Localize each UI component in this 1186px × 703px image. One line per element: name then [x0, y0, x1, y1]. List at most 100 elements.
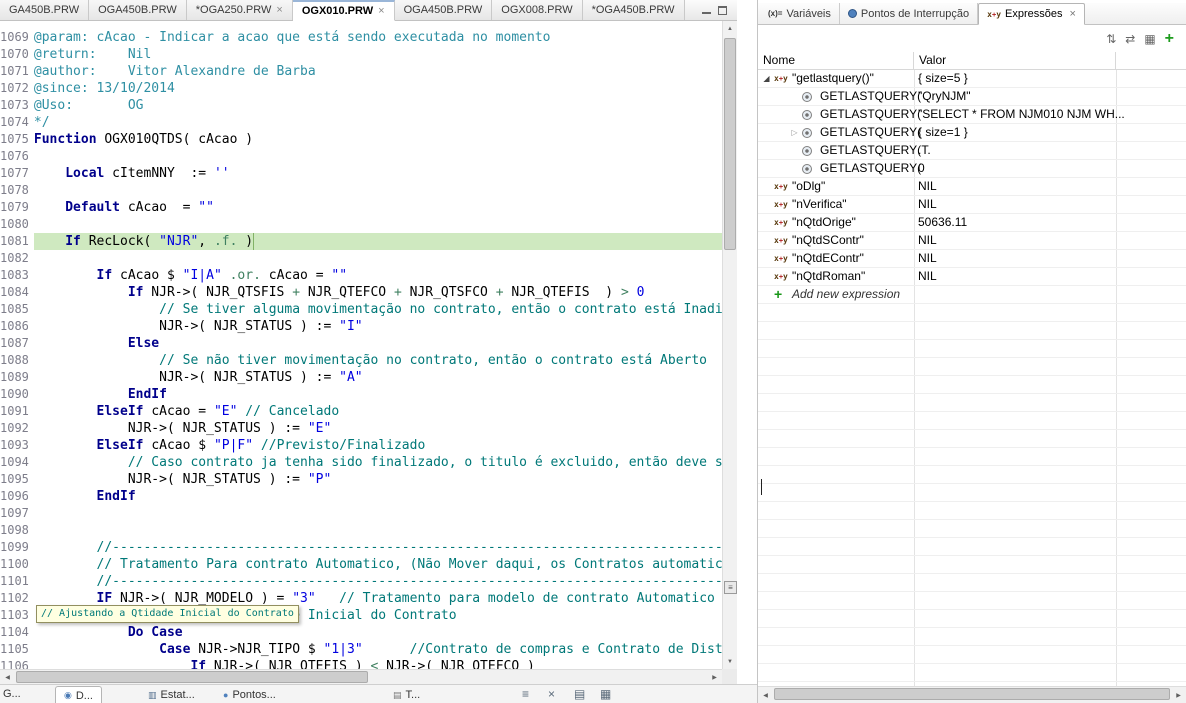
expression-row[interactable]: ▷GETLASTQUERY({ size=1 } [758, 124, 1186, 142]
code-line-1080[interactable]: 1080 [0, 216, 722, 233]
scroll-left-arrow[interactable]: ◀ [758, 687, 773, 703]
code-line-1077[interactable]: 1077 Local cItemNNY := '' [0, 165, 722, 182]
scroll-left-arrow[interactable]: ◀ [0, 670, 15, 684]
import-export-icon[interactable]: ⇄ [1125, 33, 1135, 45]
code-line-1082[interactable]: 1082 [0, 250, 722, 267]
code-editor[interactable]: 1069@param: cAcao - Indicar a acao que e… [0, 21, 722, 669]
panel-tab-pontos-de-interrup-o[interactable]: Pontos de Interrupção [840, 3, 978, 24]
code-line-1069[interactable]: 1069@param: cAcao - Indicar a acao que e… [0, 29, 722, 46]
line-text [34, 250, 722, 267]
code-line-1090[interactable]: 1090 EndIf [0, 386, 722, 403]
code-line-1075[interactable]: 1075Function OGX010QTDS( cAcao ) [0, 131, 722, 148]
scroll-right-arrow[interactable]: ▶ [707, 670, 722, 684]
close-tab-icon[interactable]: × [276, 4, 282, 16]
column-header-valor[interactable]: Valor [914, 52, 1116, 69]
add-expression-icon[interactable]: + [1165, 31, 1174, 47]
expression-row[interactable]: GETLASTQUERY(.T. [758, 142, 1186, 160]
editor-tab-ga450bprw[interactable]: GA450B.PRW [0, 0, 89, 20]
editor-tab-oga250prw[interactable]: *OGA250.PRW× [187, 0, 293, 20]
code-line-1095[interactable]: 1095 NJR->( NJR_STATUS ) := "P" [0, 471, 722, 488]
code-line-1086[interactable]: 1086 NJR->( NJR_STATUS ) := "I" [0, 318, 722, 335]
code-line-1087[interactable]: 1087 Else [0, 335, 722, 352]
expression-row[interactable]: x+y"nQtdEContr"NIL [758, 250, 1186, 268]
monitor-icon[interactable]: ▦ [600, 687, 611, 701]
expression-row[interactable]: x+y"nQtdSContr"NIL [758, 232, 1186, 250]
code-line-1073[interactable]: 1073@Uso: OG [0, 97, 722, 114]
expression-row[interactable]: x+y"oDlg"NIL [758, 178, 1186, 196]
code-line-1097[interactable]: 1097 [0, 505, 722, 522]
code-line-1078[interactable]: 1078 [0, 182, 722, 199]
code-line-1101[interactable]: 1101 //---------------------------------… [0, 573, 722, 590]
editor-tab-oga450bprw[interactable]: OGA450B.PRW [395, 0, 493, 20]
code-line-1099[interactable]: 1099 //---------------------------------… [0, 539, 722, 556]
settings-icon[interactable]: ≡ [522, 687, 529, 701]
code-line-1084[interactable]: 1084 If NJR->( NJR_QTSFIS + NJR_QTEFCO +… [0, 284, 722, 301]
collapse-icon[interactable]: ◢ [761, 70, 772, 88]
code-line-1071[interactable]: 1071@author: Vitor Alexandre de Barba [0, 63, 722, 80]
code-line-1104[interactable]: 1104 Do Case [0, 624, 722, 641]
expression-row[interactable]: x+y"nVerifica"NIL [758, 196, 1186, 214]
code-line-1098[interactable]: 1098 [0, 522, 722, 539]
close-icon[interactable]: × [548, 687, 555, 701]
add-expression-icon: + [774, 286, 782, 303]
code-line-1070[interactable]: 1070@return: Nil [0, 46, 722, 63]
panel-tab-express-es[interactable]: x+yExpressões× [978, 3, 1085, 25]
horizontal-scrollbar-thumb[interactable] [774, 688, 1170, 700]
panel-horizontal-scrollbar[interactable]: ◀ ▶ [758, 686, 1186, 703]
scrollbar-corner [722, 669, 737, 684]
clipboard-icon[interactable]: ▤ [574, 687, 585, 701]
expression-row[interactable]: GETLASTQUERY("SELECT * FROM NJM010 NJM W… [758, 106, 1186, 124]
expression-row[interactable]: ◢x+y"getlastquery()"{ size=5 } [758, 70, 1186, 88]
code-line-1092[interactable]: 1092 NJR->( NJR_STATUS ) := "E" [0, 420, 722, 437]
code-line-1089[interactable]: 1089 NJR->( NJR_STATUS ) := "A" [0, 369, 722, 386]
editor-tab-oga450bprw[interactable]: OGA450B.PRW [89, 0, 187, 20]
panel-tab-vari-veis[interactable]: (x)=Variáveis [760, 3, 840, 24]
editor-tab-oga450bprw[interactable]: *OGA450B.PRW [583, 0, 685, 20]
overview-annotation-icon[interactable]: ≡ [724, 581, 737, 594]
code-line-1100[interactable]: 1100 // Tratamento Para contrato Automat… [0, 556, 722, 573]
code-line-1076[interactable]: 1076 [0, 148, 722, 165]
expand-icon[interactable]: ▷ [789, 124, 800, 142]
column-header-nome[interactable]: Nome [758, 52, 914, 69]
scroll-down-arrow[interactable]: ▼ [723, 654, 737, 669]
add-expression-row[interactable]: +Add new expression [758, 286, 1186, 304]
code-line-1074[interactable]: 1074*/ [0, 114, 722, 131]
vertical-scrollbar-thumb[interactable] [724, 38, 736, 250]
code-line-1088[interactable]: 1088 // Se não tiver movimentação no con… [0, 352, 722, 369]
code-line-1079[interactable]: 1079 Default cAcao = "" [0, 199, 722, 216]
maximize-view-icon[interactable] [718, 6, 727, 15]
line-text: //--------------------------------------… [34, 539, 722, 556]
close-tab-icon[interactable]: × [378, 5, 384, 17]
code-line-1081[interactable]: 1081 If RecLock( "NJR", .f. ) [0, 233, 722, 250]
empty-row [758, 358, 1186, 376]
expression-name: GETLASTQUERY( [820, 160, 921, 177]
line-number: 1089 [0, 369, 34, 386]
code-line-1106[interactable]: 1106 If NJR->( NJR_QTEFIS ) < NJR->( NJR… [0, 658, 722, 669]
code-line-1091[interactable]: 1091 ElseIf cAcao = "E" // Cancelado [0, 403, 722, 420]
show-type-names-icon[interactable]: ⇅ [1106, 33, 1116, 45]
expression-row[interactable]: GETLASTQUERY(0 [758, 160, 1186, 178]
code-line-1085[interactable]: 1085 // Se tiver alguma movimentação no … [0, 301, 722, 318]
minimize-view-icon[interactable] [702, 6, 711, 14]
horizontal-scrollbar-thumb[interactable] [16, 671, 368, 683]
code-line-1096[interactable]: 1096 EndIf [0, 488, 722, 505]
editor-tab-ogx010prw[interactable]: OGX010.PRW× [293, 0, 395, 21]
line-text: Default cAcao = "" [34, 199, 722, 216]
scroll-up-arrow[interactable]: ▲ [723, 21, 737, 36]
editor-tab-ogx008prw[interactable]: OGX008.PRW [492, 0, 582, 20]
code-line-1083[interactable]: 1083 If cAcao $ "I|A" .or. cAcao = "" [0, 267, 722, 284]
line-number: 1087 [0, 335, 34, 352]
expression-row[interactable]: x+y"nQtdRoman"NIL [758, 268, 1186, 286]
expression-row[interactable]: GETLASTQUERY("QryNJM" [758, 88, 1186, 106]
close-tab-icon[interactable]: × [1070, 8, 1076, 20]
empty-row [758, 520, 1186, 538]
editor-vertical-scrollbar[interactable]: ▲ ≡ ▼ [722, 21, 737, 669]
code-line-1105[interactable]: 1105 Case NJR->NJR_TIPO $ "1|3" //Contra… [0, 641, 722, 658]
code-line-1072[interactable]: 1072@since: 13/10/2014 [0, 80, 722, 97]
scroll-right-arrow[interactable]: ▶ [1171, 687, 1186, 703]
code-line-1094[interactable]: 1094 // Caso contrato ja tenha sido fina… [0, 454, 722, 471]
code-line-1093[interactable]: 1093 ElseIf cAcao $ "P|F" //Previsto/Fin… [0, 437, 722, 454]
layout-icon[interactable]: ▦ [1144, 33, 1155, 45]
expression-row[interactable]: x+y"nQtdOrige"50636.11 [758, 214, 1186, 232]
editor-horizontal-scrollbar[interactable]: ◀ ▶ [0, 669, 722, 684]
